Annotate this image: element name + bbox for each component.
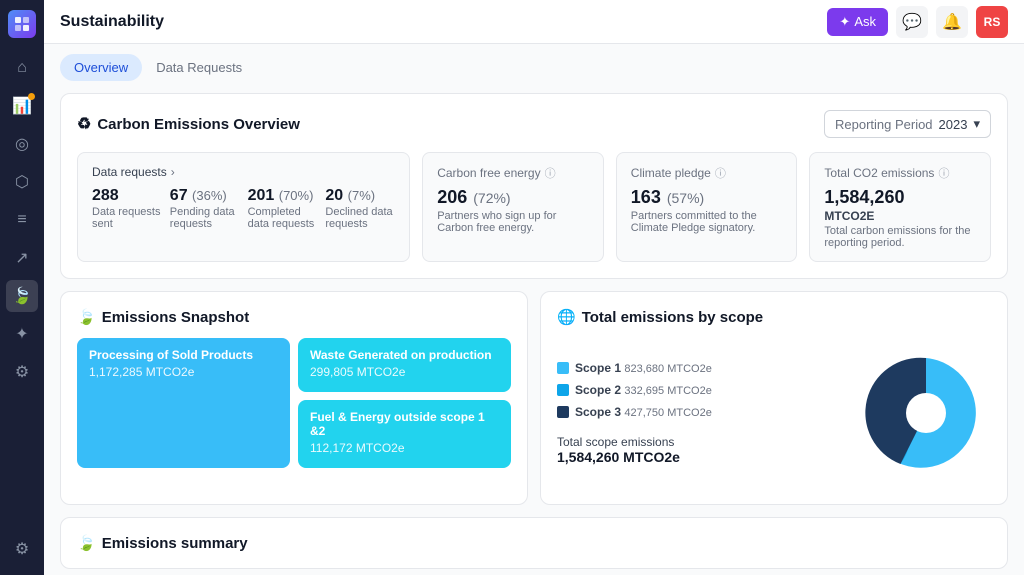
ask-button[interactable]: ✦ Ask	[827, 8, 888, 36]
scope-total: Total scope emissions 1,584,260 MTCO2e	[557, 435, 845, 465]
globe-icon: 🌐	[557, 308, 576, 326]
carbon-free-energy-box: Carbon free energy ⓘ 206 (72%) Partners …	[422, 152, 604, 262]
scope1-dot	[557, 362, 569, 374]
snapshot-tile-waste: Waste Generated on production 299,805 MT…	[298, 338, 511, 392]
analytics-badge	[28, 93, 35, 100]
sidebar-item-settings[interactable]: ⚙	[6, 533, 38, 565]
sidebar-item-sustainability[interactable]: 🍃	[6, 280, 38, 312]
dr-item-sent: 288 Data requests sent	[92, 187, 162, 230]
dr-item-completed: 201 (70%) Completed data requests	[248, 187, 318, 230]
content-area: Overview Data Requests ♻ Carbon Emission…	[44, 44, 1024, 575]
notification-button[interactable]: 🔔	[936, 6, 968, 38]
info-icon-cfe: ⓘ	[545, 165, 556, 181]
scope-title: 🌐 Total emissions by scope	[557, 308, 991, 326]
sidebar-item-location[interactable]: ◎	[6, 128, 38, 160]
sidebar-item-settings2[interactable]: ⚙	[6, 356, 38, 388]
carbon-icon: ♻	[77, 114, 91, 134]
sidebar-item-network[interactable]: ✦	[6, 318, 38, 350]
two-col-section: 🍃 Emissions Snapshot Processing of Sold …	[60, 291, 1008, 517]
carbon-free-value: 206 (72%)	[437, 187, 589, 208]
climate-pledge-value: 163 (57%)	[631, 187, 783, 208]
scope-legend: Scope 1 823,680 MTCO2e Scope 2 332,695 M…	[557, 361, 845, 465]
carbon-overview-header: ♻ Carbon Emissions Overview Reporting Pe…	[77, 110, 991, 138]
total-co2-label: Total CO2 emissions ⓘ	[824, 165, 976, 181]
scope2-dot	[557, 384, 569, 396]
dr-item-declined: 20 (7%) Declined data requests	[325, 187, 395, 230]
total-co2-box: Total CO2 emissions ⓘ 1,584,260 MTCO2E T…	[809, 152, 991, 262]
scope2-item: Scope 2 332,695 MTCO2e	[557, 383, 845, 397]
metrics-row: Data requests › 288 Data requests sent 6…	[77, 152, 991, 262]
summary-icon: 🍃	[77, 534, 96, 552]
tabs: Overview Data Requests	[60, 44, 1008, 81]
climate-pledge-label: Climate pledge ⓘ	[631, 165, 783, 181]
scope-pie-chart	[861, 348, 991, 478]
topbar-actions: ✦ Ask 💬 🔔 RS	[827, 6, 1008, 38]
data-requests-box: Data requests › 288 Data requests sent 6…	[77, 152, 410, 262]
chat-button[interactable]: 💬	[896, 6, 928, 38]
scope1-item: Scope 1 823,680 MTCO2e	[557, 361, 845, 375]
data-requests-header: Data requests ›	[92, 165, 395, 179]
sidebar-item-cube[interactable]: ⬡	[6, 166, 38, 198]
chevron-down-icon: ▾	[973, 116, 980, 132]
main-content: Sustainability ✦ Ask 💬 🔔 RS Overview Dat…	[44, 0, 1024, 575]
emissions-summary-card: 🍃 Emissions summary	[60, 517, 1008, 569]
scope3-dot	[557, 406, 569, 418]
snapshot-grid: Processing of Sold Products 1,172,285 MT…	[77, 338, 511, 468]
page-title: Sustainability	[60, 13, 164, 31]
emissions-snapshot-card: 🍃 Emissions Snapshot Processing of Sold …	[60, 291, 528, 505]
scope-section: Scope 1 823,680 MTCO2e Scope 2 332,695 M…	[557, 338, 991, 488]
tab-overview[interactable]: Overview	[60, 54, 142, 81]
tab-data-requests[interactable]: Data Requests	[142, 54, 256, 81]
dr-item-pending: 67 (36%) Pending data requests	[170, 187, 240, 230]
snapshot-title: 🍃 Emissions Snapshot	[77, 308, 511, 326]
scope3-item: Scope 3 427,750 MTCO2e	[557, 405, 845, 419]
data-requests-grid: 288 Data requests sent 67 (36%) Pending …	[92, 187, 395, 230]
summary-title: 🍃 Emissions summary	[77, 534, 991, 552]
topbar: Sustainability ✦ Ask 💬 🔔 RS	[44, 0, 1024, 44]
sidebar-item-chart[interactable]: ↗	[6, 242, 38, 274]
sidebar-item-analytics[interactable]: 📊	[6, 90, 38, 122]
sidebar: ⌂ 📊 ◎ ⬡ ≡ ↗ 🍃 ✦ ⚙ ⚙	[0, 0, 44, 575]
ask-icon: ✦	[839, 14, 850, 30]
arrow-right-icon: ›	[171, 165, 175, 179]
snapshot-tile-processing: Processing of Sold Products 1,172,285 MT…	[77, 338, 290, 468]
app-logo	[8, 10, 36, 38]
snapshot-tile-fuel: Fuel & Energy outside scope 1 &2 112,172…	[298, 400, 511, 468]
info-icon-co2: ⓘ	[938, 165, 949, 181]
total-emissions-scope-card: 🌐 Total emissions by scope Scope 1 823,6…	[540, 291, 1008, 505]
carbon-overview-card: ♻ Carbon Emissions Overview Reporting Pe…	[60, 93, 1008, 279]
climate-pledge-box: Climate pledge ⓘ 163 (57%) Partners comm…	[616, 152, 798, 262]
info-icon-cp: ⓘ	[715, 165, 726, 181]
carbon-free-label: Carbon free energy ⓘ	[437, 165, 589, 181]
sidebar-item-list[interactable]: ≡	[6, 204, 38, 236]
carbon-overview-title: ♻ Carbon Emissions Overview	[77, 114, 300, 134]
reporting-period-select[interactable]: Reporting Period 2023 ▾	[824, 110, 991, 138]
avatar-button[interactable]: RS	[976, 6, 1008, 38]
snapshot-icon: 🍃	[77, 308, 96, 326]
sidebar-item-home[interactable]: ⌂	[6, 52, 38, 84]
total-co2-value: 1,584,260	[824, 187, 976, 208]
